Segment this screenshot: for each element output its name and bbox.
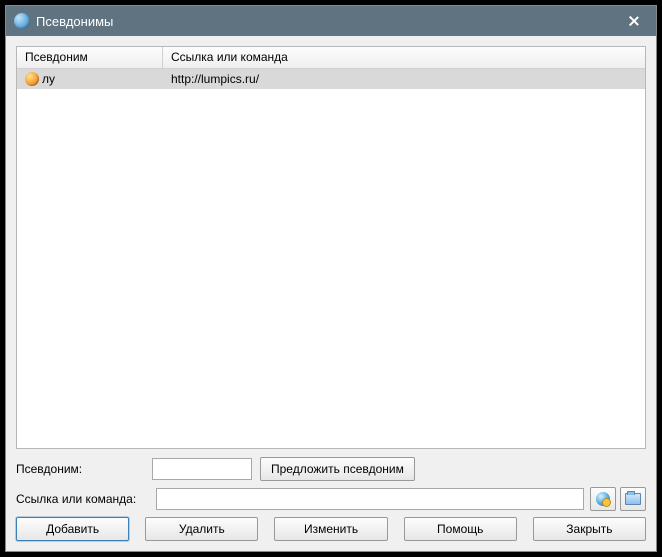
edit-button[interactable]: Изменить bbox=[274, 517, 387, 541]
cell-alias: лу bbox=[17, 71, 163, 87]
url-label: Ссылка или команда: bbox=[16, 492, 152, 506]
close-dialog-button[interactable]: Закрыть bbox=[533, 517, 646, 541]
dialog-window: Псевдонимы Псевдоним Ссылка или команда … bbox=[5, 5, 657, 552]
window-title: Псевдонимы bbox=[36, 14, 612, 29]
url-text: http://lumpics.ru/ bbox=[171, 72, 259, 86]
cell-url: http://lumpics.ru/ bbox=[163, 71, 645, 87]
table-header: Псевдоним Ссылка или команда bbox=[17, 47, 645, 69]
url-input[interactable] bbox=[156, 488, 584, 510]
column-header-url[interactable]: Ссылка или команда bbox=[163, 47, 645, 68]
globe-help-icon bbox=[596, 492, 610, 506]
alias-icon bbox=[25, 72, 39, 86]
test-url-button[interactable] bbox=[590, 487, 616, 511]
help-button[interactable]: Помощь bbox=[404, 517, 517, 541]
alias-table: Псевдоним Ссылка или команда лу http://l… bbox=[16, 46, 646, 449]
table-row[interactable]: лу http://lumpics.ru/ bbox=[17, 69, 645, 89]
close-button[interactable] bbox=[612, 6, 656, 36]
titlebar[interactable]: Псевдонимы bbox=[6, 6, 656, 36]
globe-icon bbox=[14, 13, 30, 29]
suggest-alias-button[interactable]: Предложить псевдоним bbox=[260, 457, 415, 481]
column-header-alias[interactable]: Псевдоним bbox=[17, 47, 163, 68]
alias-label: Псевдоним: bbox=[16, 462, 152, 476]
delete-button[interactable]: Удалить bbox=[145, 517, 258, 541]
add-button[interactable]: Добавить bbox=[16, 517, 129, 541]
close-icon bbox=[629, 16, 639, 26]
alias-text: лу bbox=[42, 72, 55, 86]
folder-icon bbox=[625, 493, 641, 505]
browse-button[interactable] bbox=[620, 487, 646, 511]
alias-input[interactable] bbox=[152, 458, 252, 480]
